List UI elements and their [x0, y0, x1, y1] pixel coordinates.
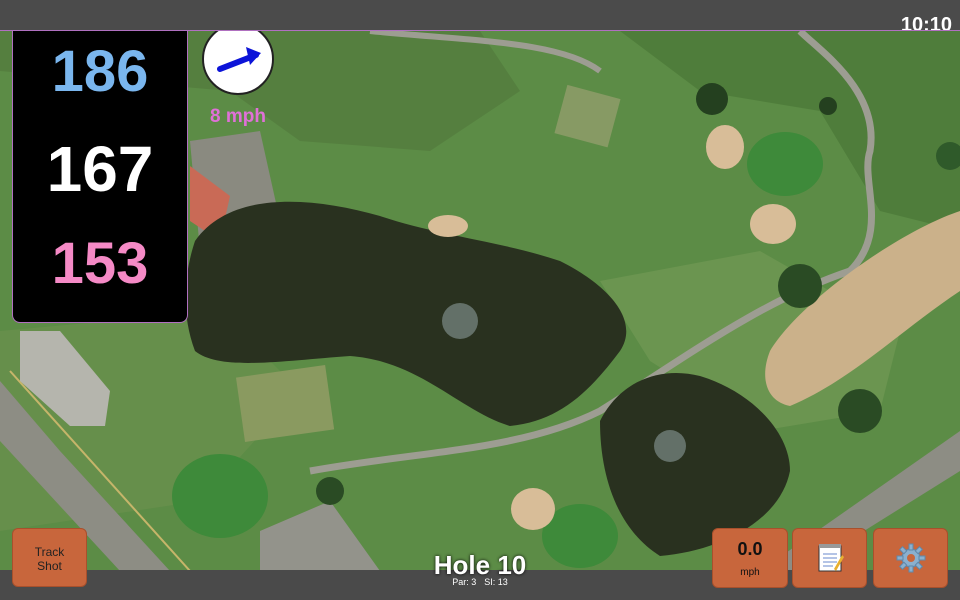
track-shot-label-line1: Track: [34, 545, 65, 559]
hole-par: Par: 3: [452, 577, 477, 587]
back-distance: 186: [51, 39, 149, 104]
track-shot-label-line2: Shot: [37, 559, 62, 573]
notes-button[interactable]: [792, 528, 867, 588]
hole-meta: Par: 3 SI: 13: [420, 577, 540, 587]
gear-icon: [896, 543, 925, 573]
track-shot-button[interactable]: Track Shot: [12, 528, 87, 587]
speed-unit: mph: [740, 567, 760, 578]
speed-button[interactable]: 0.0 mph: [712, 528, 788, 588]
notepad-icon: [818, 544, 844, 572]
middle-distance: 167: [46, 133, 154, 205]
wind-indicator: [202, 31, 274, 95]
course-map[interactable]: 186 167 153 8 mph: [0, 30, 960, 570]
distance-panel: 186 167 153: [12, 31, 188, 323]
status-bar: 10:10: [0, 0, 960, 36]
speed-value: 0.0: [737, 539, 763, 559]
wind-speed: 8 mph: [210, 106, 266, 127]
front-distance: 153: [51, 231, 149, 296]
wind-arrow-icon: [217, 47, 261, 72]
hole-stroke-index: SI: 13: [484, 577, 508, 587]
settings-button[interactable]: [873, 528, 948, 588]
